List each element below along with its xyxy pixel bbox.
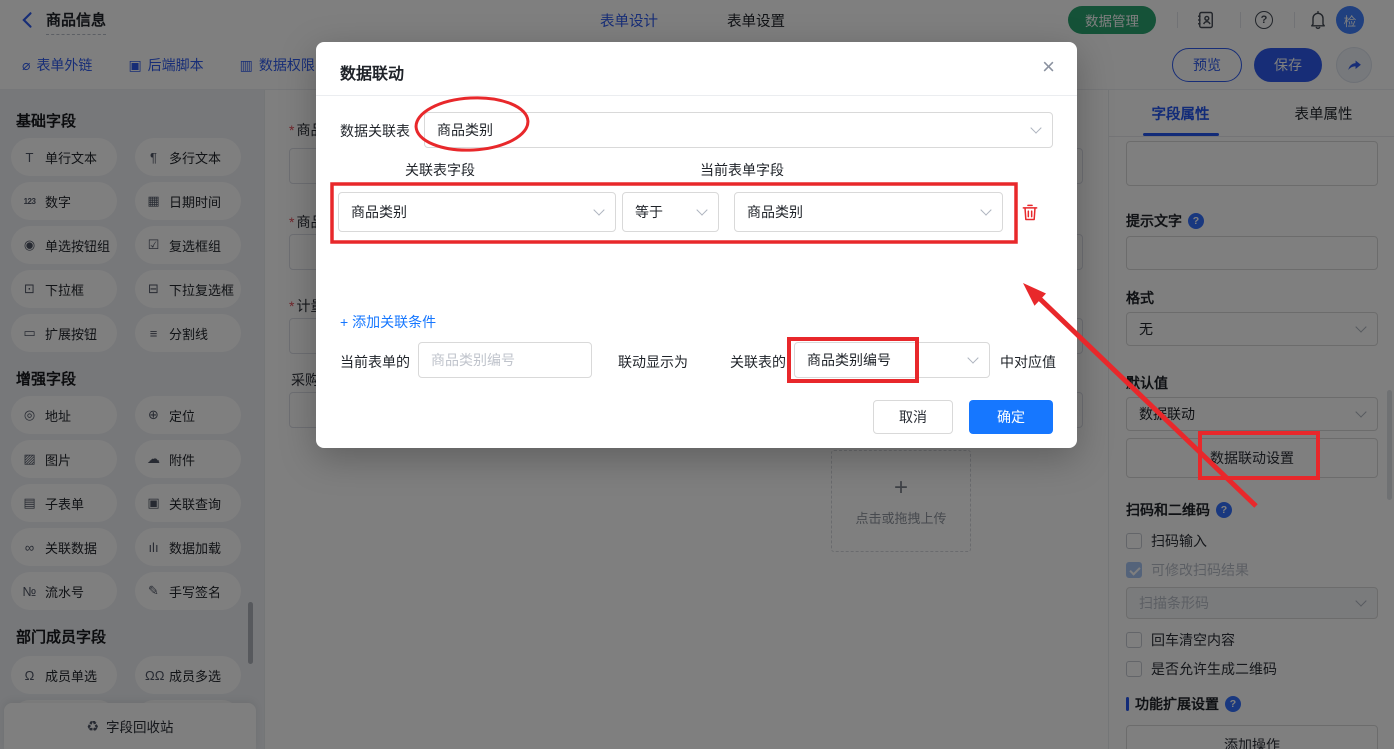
suffix-label: 中对应值 [1000,354,1056,370]
trash-icon[interactable] [1020,202,1040,222]
close-icon[interactable]: × [1042,54,1055,80]
divider [316,95,1077,96]
confirm-button[interactable]: 确定 [969,400,1053,434]
cancel-button[interactable]: 取消 [873,400,953,434]
chevron-down-icon [1030,122,1042,134]
data-linkage-dialog: 数据联动 × 数据关联表 商品类别 关联表字段 当前表单字段 商品类别 等于 商… [316,42,1077,448]
current-form-field-select[interactable]: 商品类别 [734,192,1003,232]
chevron-down-icon [696,204,708,216]
current-form-prefix-label: 当前表单的 [340,354,410,370]
related-field-select[interactable]: 商品类别 [338,192,616,232]
related-table-prefix-label: 关联表的 [730,354,786,370]
chevron-down-icon [980,204,992,216]
left-column-header: 关联表字段 [405,162,475,178]
chevron-down-icon [593,204,605,216]
related-display-field-select[interactable]: 商品类别编号 [794,342,990,378]
current-field-input[interactable]: 商品类别编号 [418,342,592,378]
operator-select[interactable]: 等于 [622,192,719,232]
right-column-header: 当前表单字段 [700,162,784,178]
dialog-title: 数据联动 [340,66,405,83]
app-window: 商品信息 表单设计 表单设置 数据管理 ? 检 ⌀ 表单外链 ▣ 后端脚本 [0,0,1394,749]
linkage-table-select[interactable]: 商品类别 [424,112,1053,148]
chevron-down-icon [967,352,979,364]
linkage-table-label: 数据关联表 [340,123,410,139]
display-as-label: 联动显示为 [618,354,688,370]
add-condition-link[interactable]: + 添加关联条件 [340,312,436,332]
